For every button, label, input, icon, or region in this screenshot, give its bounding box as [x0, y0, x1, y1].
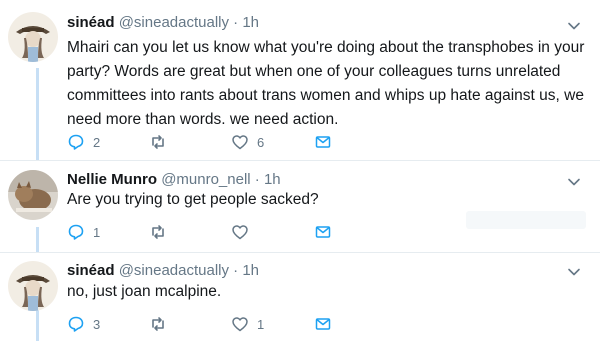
tweet-text: no, just joan mcalpine. — [67, 283, 222, 300]
display-name[interactable]: sinéad — [67, 14, 115, 31]
timestamp[interactable]: 1h — [264, 171, 281, 188]
like-button[interactable] — [231, 222, 257, 242]
direct-message-icon — [314, 223, 332, 241]
display-name[interactable]: Nellie Munro — [67, 171, 157, 188]
direct-message-icon — [314, 315, 332, 333]
retweet-icon — [149, 223, 167, 241]
tweet[interactable]: Nellie Munro @munro_nell · 1h Are you tr… — [0, 160, 600, 252]
tweet[interactable]: sinéad @sineadactually · 1h no, just joa… — [0, 252, 600, 341]
direct-message-button[interactable] — [314, 314, 332, 334]
overlay-badge — [466, 211, 586, 229]
reply-count: 1 — [93, 224, 101, 240]
user-handle[interactable]: @sineadactually — [119, 262, 229, 279]
display-name[interactable]: sinéad — [67, 262, 115, 279]
tweet-text: Are you trying to get people sacked? — [67, 191, 319, 208]
retweet-button[interactable] — [149, 132, 175, 152]
avatar[interactable] — [8, 170, 58, 220]
like-count: 6 — [257, 134, 265, 150]
reply-icon — [67, 133, 85, 151]
reply-button[interactable]: 3 — [67, 314, 100, 334]
avatar[interactable] — [8, 12, 58, 62]
like-icon — [231, 315, 249, 333]
like-button[interactable]: 6 — [231, 132, 264, 152]
tweet-header: sinéad @sineadactually · 1h — [67, 262, 259, 282]
reply-button[interactable]: 1 — [67, 222, 100, 242]
direct-message-button[interactable] — [314, 222, 332, 242]
retweet-icon — [149, 315, 167, 333]
separator: · — [233, 262, 239, 279]
direct-message-button[interactable] — [314, 132, 332, 152]
tweet[interactable]: sinéad @sineadactually · 1h Mhairi can y… — [0, 0, 600, 160]
reply-icon — [67, 315, 85, 333]
like-icon — [231, 133, 249, 151]
reply-count: 2 — [93, 134, 101, 150]
like-count: 1 — [257, 316, 265, 332]
like-button[interactable]: 1 — [231, 314, 264, 334]
tweet-text: Mhairi can you let us know what you're d… — [67, 39, 585, 128]
avatar[interactable] — [8, 261, 58, 311]
user-handle[interactable]: @sineadactually — [119, 14, 229, 31]
timestamp[interactable]: 1h — [242, 262, 259, 279]
chevron-down-icon[interactable] — [566, 264, 582, 280]
timestamp[interactable]: 1h — [242, 14, 259, 31]
user-handle[interactable]: @munro_nell — [161, 171, 250, 188]
direct-message-icon — [314, 133, 332, 151]
reply-count: 3 — [93, 316, 101, 332]
tweet-header: sinéad @sineadactually · 1h — [67, 14, 259, 34]
separator: · — [233, 14, 239, 31]
retweet-button[interactable] — [149, 314, 175, 334]
like-icon — [231, 223, 249, 241]
chevron-down-icon[interactable] — [566, 18, 582, 34]
retweet-icon — [149, 133, 167, 151]
reply-icon — [67, 223, 85, 241]
retweet-button[interactable] — [149, 222, 175, 242]
separator: · — [254, 171, 260, 188]
reply-button[interactable]: 2 — [67, 132, 100, 152]
